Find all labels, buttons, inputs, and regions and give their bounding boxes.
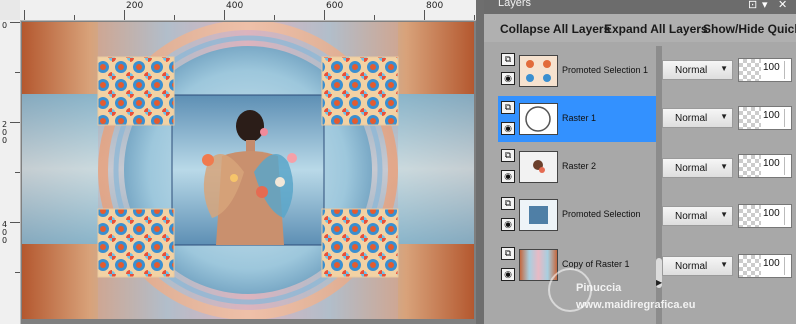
layer-name[interactable]: Raster 1 [562,113,596,123]
blend-mode-value: Normal [675,211,708,222]
opacity-value: 100 [763,62,780,73]
blend-mode-select[interactable]: Normal ▼ [662,158,733,178]
opacity-spinner[interactable] [784,61,790,79]
ruler-label: 4 0 0 [2,220,8,245]
watermark-site: www.maidiregrafica.eu [576,299,696,311]
show-hide-quick-button[interactable]: Show/Hide Quick [703,22,796,36]
blend-mode-select[interactable]: Normal ▼ [662,108,733,128]
chevron-down-icon: ▼ [720,162,728,171]
opacity-field[interactable]: 100 [738,58,792,82]
ruler-label: 200 [126,1,144,11]
chevron-down-icon: ▼ [720,210,728,219]
ruler-corner [0,0,20,20]
opacity-swatch [739,155,761,177]
opacity-field[interactable]: 100 [738,106,792,130]
panel-title: Layers [498,0,532,9]
opacity-swatch [739,205,761,227]
blend-mode-select[interactable]: Normal ▼ [662,60,733,80]
blend-mode-value: Normal [675,163,708,174]
chevron-down-icon[interactable]: ▾ [762,0,768,11]
layer-group-icon[interactable]: ⧉ [501,197,515,210]
layer-name[interactable]: Raster 2 [562,161,596,171]
collapse-all-button[interactable]: Collapse All Layers [500,22,610,36]
ruler-label: 400 [226,1,244,11]
blend-mode-value: Normal [675,65,708,76]
blend-mode-value: Normal [675,113,708,124]
opacity-swatch [739,59,761,81]
opacity-spinner[interactable] [784,109,790,127]
layer-group-icon[interactable]: ⧉ [501,53,515,66]
opacity-value: 100 [763,158,780,169]
layer-thumbnail [519,151,558,183]
layer-row-promoted-selection-1[interactable]: ⧉ ◉ Promoted Selection 1 [498,48,656,94]
layers-toolbar: Collapse All Layers Expand All Layers Sh… [484,14,796,42]
eye-icon[interactable]: ◉ [501,122,515,135]
expand-all-button[interactable]: Expand All Layers [604,22,708,36]
eye-icon[interactable]: ◉ [501,170,515,183]
eye-icon[interactable]: ◉ [501,268,515,281]
ruler-label: 800 [426,1,444,11]
layer-group-icon[interactable]: ⧉ [501,247,515,260]
canvas-border [476,0,484,324]
layer-name[interactable]: Promoted Selection [562,209,641,219]
layer-thumbnail [519,199,558,231]
pin-icon[interactable]: ⊡ [748,0,757,11]
vertical-ruler: 0 2 0 0 4 0 0 [0,20,21,324]
layer-group-icon[interactable]: ⧉ [501,101,515,114]
layer-thumbnail [519,55,558,87]
opacity-swatch [739,107,761,129]
layer-row-raster-2[interactable]: ⧉ ◉ Raster 2 [498,144,656,190]
blend-mode-select[interactable]: Normal ▼ [662,206,733,226]
opacity-spinner[interactable] [784,207,790,225]
layer-group-icon[interactable]: ⧉ [501,149,515,162]
opacity-field[interactable]: 100 [738,154,792,178]
opacity-field[interactable]: 100 [738,204,792,228]
close-icon[interactable]: ✕ [778,0,787,11]
horizontal-ruler: 200 400 600 800 [20,0,480,21]
artwork-image [22,22,474,319]
opacity-value: 100 [763,208,780,219]
ruler-label: 600 [326,1,344,11]
panel-title-bar: Layers ⊡ ▾ ✕ [484,0,796,14]
ruler-label: 2 0 0 [2,120,8,145]
layer-name[interactable]: Promoted Selection 1 [562,65,648,75]
chevron-down-icon: ▼ [720,112,728,121]
layer-row-promoted-selection[interactable]: ⧉ ◉ Promoted Selection [498,192,656,238]
layer-thumbnail [519,103,558,135]
layer-row-raster-1[interactable]: ⧉ ◉ Raster 1 [498,96,656,142]
watermark: Pinuccia www.maidiregrafica.eu [540,268,796,324]
image-workspace[interactable]: 200 400 600 800 0 2 0 0 4 0 0 [0,0,484,324]
watermark-name: Pinuccia [576,282,622,294]
ruler-label: 0 [2,21,8,30]
image-canvas[interactable] [22,22,474,319]
opacity-spinner[interactable] [784,157,790,175]
opacity-value: 100 [763,110,780,121]
eye-icon[interactable]: ◉ [501,72,515,85]
chevron-down-icon: ▼ [720,64,728,73]
eye-icon[interactable]: ◉ [501,218,515,231]
